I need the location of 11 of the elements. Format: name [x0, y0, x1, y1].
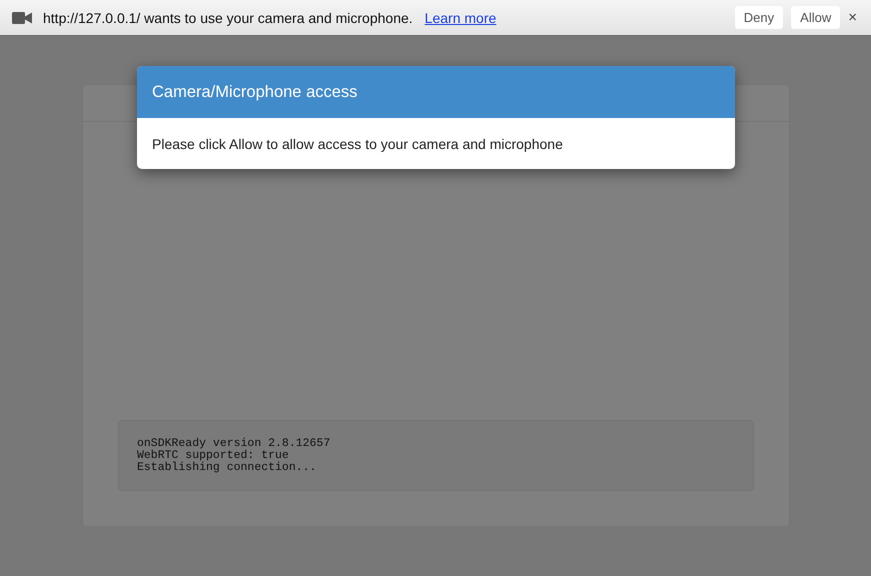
modal-title: Camera/Microphone access — [152, 82, 358, 102]
permission-button[interactable]: Deny — [734, 6, 784, 29]
modal-message: Please click Allow to allow access to your camera and microphone — [152, 136, 563, 152]
permission-message: http://127.0.0.1/ wants to use your camera and microphone. — [43, 10, 413, 26]
log-line: onSDKReady version 2.8.12657 — [137, 438, 332, 450]
log-line: WebRTC supported: true — [137, 450, 289, 462]
learn-more-link[interactable]: Learn more — [424, 10, 496, 26]
video-camera-icon — [12, 10, 32, 24]
close-button[interactable]: × — [846, 9, 859, 26]
log-line: Establishing connection... — [137, 462, 318, 474]
permission-button[interactable]: Allow — [791, 6, 840, 29]
